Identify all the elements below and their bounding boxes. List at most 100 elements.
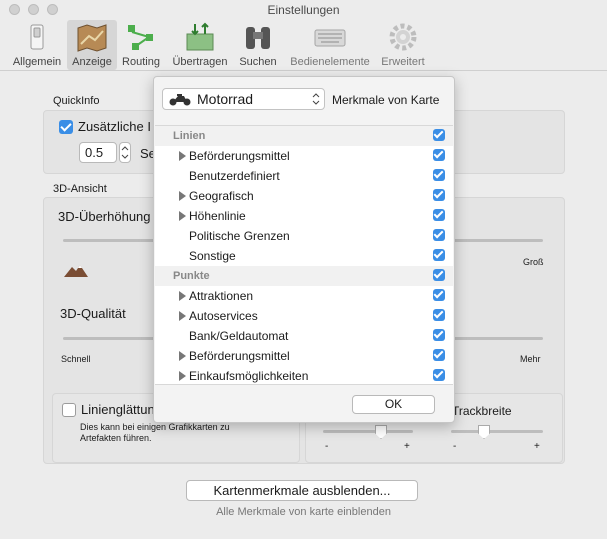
window-title: Einstellungen: [267, 3, 340, 17]
list-checkbox[interactable]: [433, 329, 445, 341]
tab-label: Allgemein: [12, 56, 62, 68]
track-width-label: Trackbreite: [452, 404, 512, 418]
tab-anzeige[interactable]: Anzeige: [67, 20, 117, 70]
zoom-button[interactable]: [47, 4, 58, 15]
list-checkbox[interactable]: [433, 149, 445, 161]
minimize-button[interactable]: [28, 4, 39, 15]
disclosure-triangle-icon[interactable]: [179, 371, 186, 381]
tab-label: Anzeige: [72, 56, 112, 68]
list-item[interactable]: Beförderungsmittel: [155, 346, 453, 366]
popover-header: Motorrad Merkmale von Karte: [154, 77, 454, 125]
list-item[interactable]: Benutzerdefiniert: [155, 166, 453, 186]
list-item[interactable]: Sonstige: [155, 246, 453, 266]
list-section-label: Linien: [173, 130, 206, 142]
window-controls: [9, 4, 58, 15]
features-list: Linien Beförderungsmittel Benutzerdefini…: [155, 125, 453, 385]
list-item[interactable]: Politische Grenzen: [155, 226, 453, 246]
list-item-label: Beförderungsmittel: [189, 149, 290, 163]
minus-label: -: [453, 441, 457, 452]
list-checkbox[interactable]: [433, 189, 445, 201]
smoothing-checkbox[interactable]: [62, 403, 76, 417]
list-item-label: Einkaufsmöglichkeiten: [189, 369, 309, 383]
quickinfo-checkbox-label: Zusätzliche I: [78, 119, 151, 134]
list-checkbox[interactable]: [433, 229, 445, 241]
list-item-label: Bank/Geldautomat: [189, 329, 289, 343]
plus-label: +: [534, 441, 540, 452]
stepper-arrows-icon: [121, 146, 129, 159]
list-item[interactable]: Höhenlinie: [155, 206, 453, 226]
list-checkbox[interactable]: [433, 289, 445, 301]
list-item-label: Geografisch: [189, 189, 254, 203]
delay-stepper[interactable]: [119, 142, 131, 163]
list-checkbox[interactable]: [433, 269, 445, 281]
list-item-label: Sonstige: [189, 249, 236, 263]
smoothing-note: Dies kann bei einigen Grafikkarten zu Ar…: [80, 422, 230, 443]
toolbar: Allgemein Anzeige Routing Übertragen Suc…: [0, 20, 607, 71]
list-item-label: Beförderungsmittel: [189, 349, 290, 363]
elevation-label: 3D-Überhöhung: [58, 209, 151, 224]
disclosure-triangle-icon[interactable]: [179, 211, 186, 221]
tab-bedienelemente[interactable]: Bedienelemente: [284, 20, 376, 70]
map-features-popover: Motorrad Merkmale von Karte Linien Beför…: [153, 76, 455, 423]
list-checkbox[interactable]: [433, 309, 445, 321]
tab-label: Erweitert: [381, 56, 425, 68]
tab-allgemein[interactable]: Allgemein: [8, 20, 66, 70]
view3d-group-label: 3D-Ansicht: [53, 183, 107, 195]
list-item[interactable]: Einkaufsmöglichkeiten: [155, 366, 453, 384]
track-width-slider[interactable]: [451, 430, 543, 433]
keyboard-icon: [314, 29, 346, 47]
plus-label: +: [404, 441, 410, 452]
list-section-linien: Linien: [155, 126, 453, 146]
tab-suchen[interactable]: Suchen: [235, 20, 281, 70]
list-item-label: Benutzerdefiniert: [189, 169, 280, 183]
disclosure-triangle-icon[interactable]: [179, 291, 186, 301]
list-checkbox[interactable]: [433, 209, 445, 221]
elevation-max-label: Groß: [523, 257, 544, 267]
list-checkbox[interactable]: [433, 169, 445, 181]
list-item[interactable]: Beförderungsmittel: [155, 146, 453, 166]
tab-label: Routing: [122, 56, 160, 68]
tab-label: Übertragen: [172, 56, 228, 68]
show-all-hint: Alle Merkmale von karte einblenden: [216, 506, 391, 518]
quality-max-label: Mehr: [520, 354, 541, 364]
ok-button[interactable]: OK: [352, 395, 435, 414]
line-width-slider[interactable]: [323, 430, 413, 433]
list-checkbox[interactable]: [433, 129, 445, 141]
quality-min-label: Schnell: [61, 354, 91, 364]
delay-input[interactable]: 0.5: [79, 142, 117, 163]
disclosure-triangle-icon[interactable]: [179, 351, 186, 361]
preferences-window: Einstellungen Allgemein Anzeige Routing …: [0, 0, 607, 539]
list-checkbox[interactable]: [433, 369, 445, 381]
quickinfo-checkbox[interactable]: [59, 120, 73, 134]
tab-routing[interactable]: Routing: [118, 20, 164, 70]
list-item-label: Höhenlinie: [189, 209, 246, 223]
list-section-punkte: Punkte: [155, 266, 453, 286]
list-item[interactable]: Geografisch: [155, 186, 453, 206]
list-item-label: Attraktionen: [189, 289, 254, 303]
tab-erweitert[interactable]: Erweitert: [377, 20, 429, 70]
routing-icon: [128, 25, 153, 50]
vehicle-select[interactable]: Motorrad: [162, 88, 325, 110]
chevron-updown-icon: [312, 93, 320, 105]
map-display-icon: [77, 24, 107, 52]
quality-label: 3D-Qualität: [60, 306, 126, 321]
tab-uebertragen[interactable]: Übertragen: [167, 20, 233, 70]
list-checkbox[interactable]: [433, 349, 445, 361]
disclosure-triangle-icon[interactable]: [179, 311, 186, 321]
popover-heading: Merkmale von Karte: [332, 93, 440, 107]
list-item[interactable]: Autoservices: [155, 306, 453, 326]
list-checkbox[interactable]: [433, 249, 445, 261]
quickinfo-group-label: QuickInfo: [53, 95, 100, 107]
tab-label: Suchen: [239, 56, 277, 68]
gear-icon: [389, 23, 417, 51]
list-item-label: Politische Grenzen: [189, 229, 290, 243]
list-item[interactable]: Bank/Geldautomat: [155, 326, 453, 346]
disclosure-triangle-icon[interactable]: [179, 151, 186, 161]
minus-label: -: [325, 441, 329, 452]
hide-features-button[interactable]: Kartenmerkmale ausblenden...: [186, 480, 418, 501]
list-section-label: Punkte: [173, 270, 210, 282]
list-item[interactable]: Attraktionen: [155, 286, 453, 306]
disclosure-triangle-icon[interactable]: [179, 191, 186, 201]
close-button[interactable]: [9, 4, 20, 15]
transfer-icon: [186, 22, 214, 51]
